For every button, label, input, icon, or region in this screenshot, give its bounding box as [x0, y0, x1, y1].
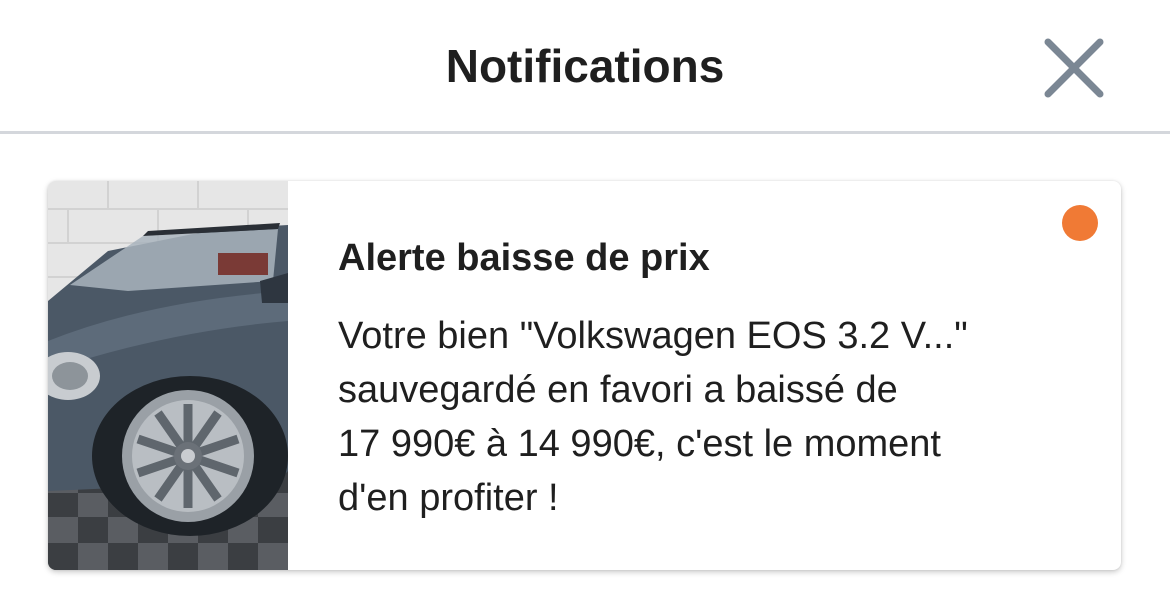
- page-title: Notifications: [445, 40, 725, 92]
- notification-message-line: 17 990€ à 14 990€, c'est le moment: [338, 423, 941, 465]
- car-photo: [48, 181, 288, 570]
- notification-message-line: d'en profiter !: [338, 477, 559, 519]
- notification-message: Votre bien "Volkswagen EOS 3.2 V..." sau…: [338, 309, 1108, 525]
- notification-message-line: sauvegardé en favori a baissé de: [338, 369, 898, 411]
- header-divider: [0, 131, 1170, 134]
- unread-indicator: [1062, 205, 1098, 241]
- notification-card[interactable]: Alerte baisse de prix Votre bien "Volksw…: [48, 181, 1121, 570]
- notification-title: Alerte baisse de prix: [338, 237, 710, 279]
- close-icon: [1044, 38, 1104, 98]
- notification-message-line: Votre bien "Volkswagen EOS 3.2 V...": [338, 315, 968, 357]
- header: Notifications: [0, 0, 1170, 133]
- close-button[interactable]: [1036, 30, 1112, 106]
